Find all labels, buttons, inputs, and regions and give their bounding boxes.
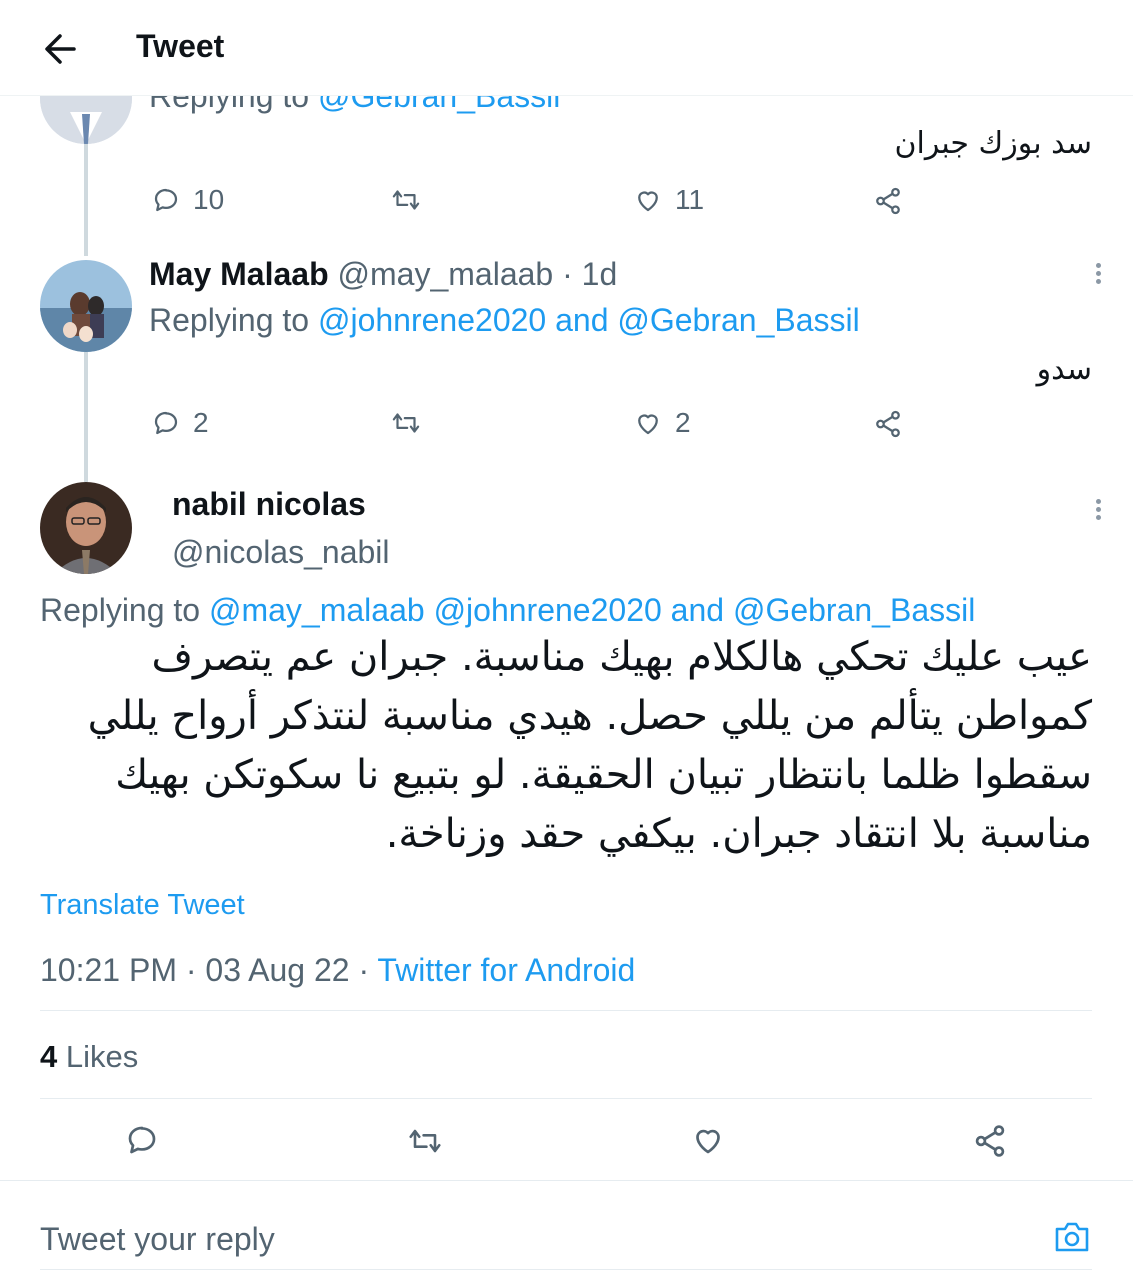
more-vertical-icon (1095, 499, 1101, 504)
more-options-button[interactable] (1088, 260, 1108, 292)
camera-icon (1055, 1222, 1089, 1252)
replying-to: Replying to @Gebran_Bassil (149, 96, 560, 115)
share-button[interactable] (873, 186, 903, 216)
tweet-text-line: كمواطن يتألم من يللي حصل. هيدي مناسبة لن… (87, 693, 1092, 739)
heart-icon (696, 1129, 720, 1154)
user-handle-text: @nicolas_nabil (172, 534, 390, 570)
tweet-text-line: سقطوا ظلما بانتظار تبيان الحقيقة. لو بتب… (115, 752, 1092, 798)
reply-count: 10 (193, 184, 225, 215)
share-icon (876, 410, 900, 438)
display-name[interactable]: May Malaab (149, 256, 329, 292)
tweet-text: سدو (1036, 352, 1092, 387)
replying-label: Replying to (149, 302, 310, 338)
share-icon (975, 1125, 1005, 1157)
tweet-text-line: عيب عليك تحكي هالكلام بهيك مناسبة. جبران… (151, 634, 1092, 680)
mention-link[interactable]: @johnrene2020 (434, 592, 662, 628)
tweet-text-line: مناسبة بلا انتقاد جبران. بيكفي حقد وزناخ… (385, 811, 1092, 857)
more-options-button[interactable] (1088, 496, 1108, 528)
timestamp-text: 10:21 PM · 03 Aug 22 · (40, 952, 370, 988)
reply-icon (154, 188, 178, 212)
retweet-button[interactable] (405, 1123, 445, 1159)
reply-composer: Tweet your reply (0, 1180, 1133, 1280)
reply-count: 2 (193, 407, 209, 438)
likes-count: 4 (40, 1039, 58, 1074)
avatar-image (40, 96, 132, 144)
avatar[interactable] (40, 482, 132, 574)
source-link[interactable]: Twitter for Android (377, 952, 635, 988)
more-vertical-icon (1095, 263, 1101, 268)
share-icon (876, 187, 900, 215)
reply-icon (128, 1126, 156, 1154)
tweet-author: May Malaab @may_malaab · 1d (149, 256, 617, 293)
camera-button[interactable] (1053, 1219, 1091, 1260)
likes-count-link[interactable]: 4 Likes (40, 1039, 138, 1075)
reply-underline (40, 1269, 1092, 1270)
reply-button[interactable] (124, 1122, 160, 1158)
heart-icon (638, 191, 658, 212)
like-button[interactable]: 2 (633, 407, 691, 439)
thread-connector (84, 126, 88, 256)
reply-icon (154, 411, 178, 435)
reply-button[interactable]: 10 (151, 184, 224, 216)
mention-link[interactable]: @Gebran_Bassil (617, 302, 859, 338)
retweet-icon (409, 1129, 441, 1153)
mention-link[interactable]: @johnrene2020 (318, 302, 546, 338)
replying-label: Replying to (149, 96, 310, 114)
conversation-thread: Replying to @Gebran_Bassil سد بوزك جبران… (0, 96, 1133, 1280)
replying-to: Replying to @johnrene2020 and @Gebran_Ba… (149, 302, 860, 339)
divider (40, 1010, 1092, 1011)
retweet-button[interactable] (389, 408, 423, 438)
avatar[interactable] (40, 96, 132, 144)
replying-label: Replying to (40, 592, 201, 628)
mention-link[interactable]: @Gebran_Bassil (318, 96, 560, 114)
tweet-text: سد بوزك جبران (894, 126, 1092, 161)
display-name-text: nabil nicolas (172, 486, 366, 522)
avatar-image (40, 260, 132, 352)
heart-icon (638, 414, 658, 435)
retweet-button[interactable] (389, 185, 423, 215)
top-app-bar: Tweet (0, 0, 1133, 96)
share-button[interactable] (873, 409, 903, 439)
reply-input[interactable]: Tweet your reply (40, 1221, 275, 1258)
user-handle[interactable]: @may_malaab (338, 256, 554, 292)
like-button[interactable]: 11 (633, 184, 704, 216)
tweet-time: · 1d (562, 256, 618, 292)
translate-tweet-link[interactable]: Translate Tweet (40, 889, 245, 922)
page-title: Tweet (136, 28, 225, 64)
reply-button[interactable]: 2 (151, 407, 209, 439)
thread-connector (84, 352, 88, 482)
avatar[interactable] (40, 260, 132, 352)
arrow-left-icon (45, 34, 76, 64)
retweet-icon (392, 190, 420, 210)
mention-joiner: and (670, 592, 725, 628)
avatar-image (40, 482, 132, 574)
like-button[interactable] (690, 1122, 726, 1158)
mention-joiner: and (555, 302, 609, 338)
like-count: 11 (675, 184, 705, 215)
like-count: 2 (675, 407, 691, 438)
mention-link[interactable]: @Gebran_Bassil (733, 592, 975, 628)
back-button[interactable] (36, 26, 86, 72)
likes-label: Likes (65, 1039, 139, 1074)
replying-to: Replying to @may_malaab @johnrene2020 an… (40, 592, 975, 629)
share-button[interactable] (972, 1123, 1008, 1159)
retweet-icon (392, 413, 420, 433)
display-name[interactable]: nabil nicolas (172, 486, 366, 523)
mention-link[interactable]: @may_malaab (209, 592, 425, 628)
tweet-timestamp: 10:21 PM · 03 Aug 22 · Twitter for Andro… (40, 952, 635, 989)
divider (40, 1098, 1092, 1099)
user-handle[interactable]: @nicolas_nabil (172, 534, 390, 571)
